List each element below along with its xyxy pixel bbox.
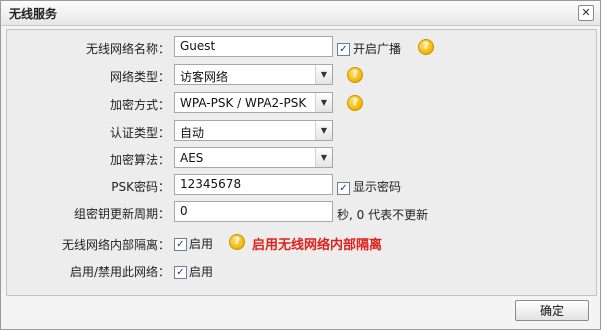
encryption-algorithm-select[interactable]: AES ▼	[174, 147, 333, 168]
encryption-algorithm-label: 加密算法：	[109, 153, 170, 167]
encryption-mode-row: 加密方式： WPA-PSK / WPA2-PSK ▼ ?	[7, 91, 596, 115]
auth-type-select[interactable]: 自动 ▼	[174, 120, 333, 141]
ok-button[interactable]: 确定	[515, 300, 589, 321]
broadcast-label: 开启广播	[353, 42, 402, 56]
ssid-help-icon[interactable]: ?	[418, 39, 434, 55]
dialog-title: 无线服务	[9, 7, 58, 21]
auth-type-value: 自动	[180, 126, 205, 140]
enable-network-checkbox[interactable]: ✓	[174, 266, 187, 279]
isolation-checkbox[interactable]: ✓	[174, 238, 187, 251]
isolation-enable-label: 启用	[189, 237, 214, 251]
network-type-select[interactable]: 访客网络 ▼	[174, 64, 333, 85]
enable-network-row: 启用/禁用此网络： ✓ 启用	[7, 258, 596, 282]
broadcast-checkbox[interactable]: ✓	[337, 43, 350, 56]
enable-network-label: 启用/禁用此网络：	[69, 265, 170, 279]
isolation-row: 无线网络内部隔离： ✓ 启用 ? 启用无线网络内部隔离	[7, 231, 596, 255]
auth-type-label: 认证类型：	[109, 126, 170, 140]
wireless-service-dialog: 无线服务 ✕ 无线网络名称： ✓ 开启广播 ? 网络类型： 访客网络 ▼ ? 加…	[0, 0, 601, 330]
network-type-label: 网络类型：	[109, 70, 170, 84]
auth-type-row: 认证类型： 自动 ▼	[7, 119, 596, 143]
psk-password-label: PSK密码：	[111, 180, 170, 194]
settings-panel: 无线网络名称： ✓ 开启广播 ? 网络类型： 访客网络 ▼ ? 加密方式： WP…	[6, 29, 597, 296]
show-password-checkbox[interactable]: ✓	[337, 182, 350, 195]
dialog-titlebar: 无线服务 ✕	[1, 1, 600, 26]
chevron-down-icon[interactable]: ▼	[315, 93, 332, 112]
show-password-label: 显示密码	[353, 180, 402, 194]
group-key-period-row: 组密钥更新周期： 秒, 0 代表不更新	[7, 200, 596, 224]
encryption-mode-help-icon[interactable]: ?	[347, 95, 363, 111]
network-type-help-icon[interactable]: ?	[347, 67, 363, 83]
ssid-label: 无线网络名称：	[85, 42, 170, 56]
network-type-row: 网络类型： 访客网络 ▼ ?	[7, 63, 596, 87]
encryption-algorithm-row: 加密算法： AES ▼	[7, 146, 596, 170]
encryption-mode-value: WPA-PSK / WPA2-PSK	[180, 96, 307, 110]
encryption-mode-select[interactable]: WPA-PSK / WPA2-PSK ▼	[174, 92, 333, 113]
group-key-period-label: 组密钥更新周期：	[73, 207, 170, 221]
psk-password-row: PSK密码： ✓ 显示密码	[7, 173, 596, 197]
chevron-down-icon[interactable]: ▼	[315, 148, 332, 167]
encryption-mode-label: 加密方式：	[109, 98, 170, 112]
close-icon[interactable]: ✕	[578, 5, 594, 21]
isolation-help-icon[interactable]: ?	[229, 234, 245, 250]
ssid-row: 无线网络名称： ✓ 开启广播 ?	[7, 35, 596, 59]
chevron-down-icon[interactable]: ▼	[315, 121, 332, 140]
psk-password-input[interactable]	[174, 174, 333, 195]
group-key-period-input[interactable]	[174, 201, 333, 222]
network-type-value: 访客网络	[180, 70, 229, 84]
enable-network-enable-label: 启用	[189, 265, 214, 279]
group-key-period-note: 秒, 0 代表不更新	[337, 208, 429, 222]
isolation-warning: 启用无线网络内部隔离	[252, 238, 383, 253]
isolation-label: 无线网络内部隔离：	[61, 238, 170, 252]
chevron-down-icon[interactable]: ▼	[315, 65, 332, 84]
ssid-input[interactable]	[174, 36, 333, 57]
encryption-algorithm-value: AES	[180, 151, 204, 165]
